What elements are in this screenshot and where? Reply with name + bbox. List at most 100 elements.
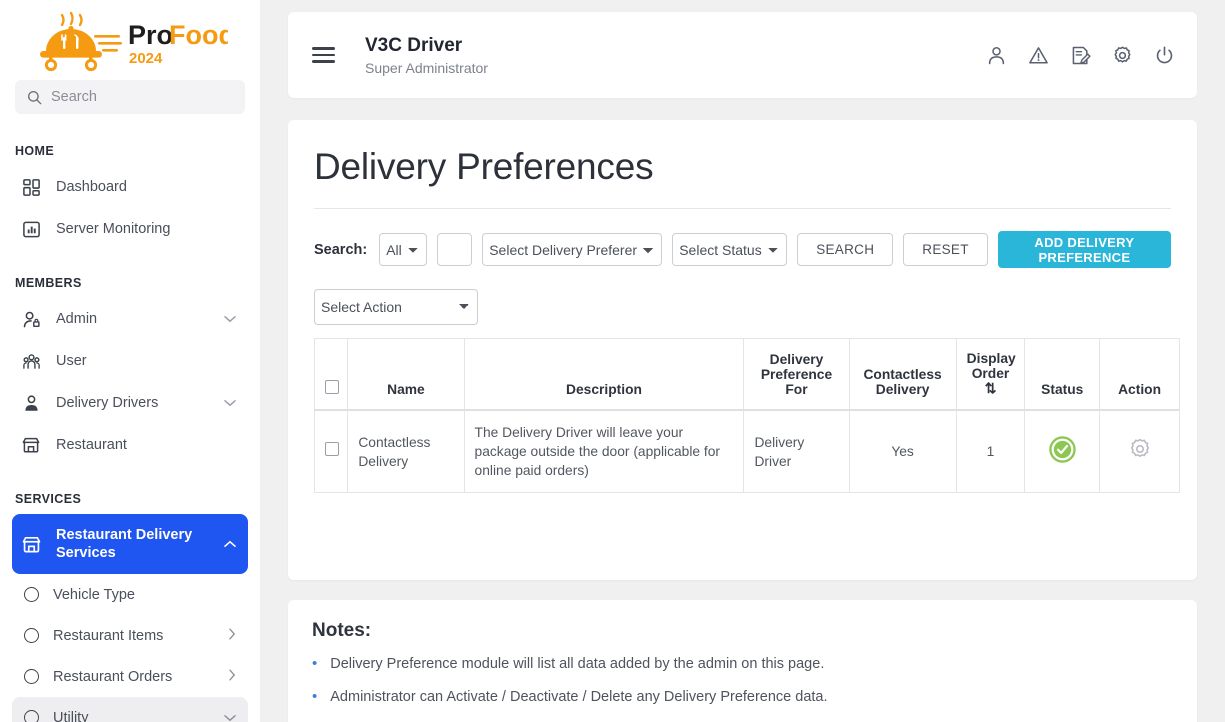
circle-bullet-icon [24, 587, 39, 602]
row-action-button[interactable] [1128, 449, 1152, 464]
sidebar-item-restaurant[interactable]: Restaurant [12, 424, 248, 466]
chevron-down-icon[interactable] [224, 395, 236, 411]
bullet-icon: • [312, 656, 317, 673]
bulk-action-select[interactable]: Select Action [314, 289, 478, 325]
column-header-delivery-preference-for[interactable]: Delivery Preference For [744, 339, 849, 411]
title-divider [314, 208, 1171, 209]
circle-bullet-icon [24, 710, 39, 722]
sidebar-item-restaurant-delivery-services[interactable]: Restaurant Delivery Services [12, 514, 248, 574]
hamburger-line [312, 47, 335, 49]
status-select[interactable]: Select Status [672, 233, 787, 266]
chevron-up-icon[interactable] [224, 536, 236, 552]
sidebar-section-members: MEMBERS [0, 276, 260, 290]
page-title: Delivery Preferences [314, 146, 1171, 188]
gear-icon [1128, 437, 1152, 461]
sidebar-subitem-vehicle-type[interactable]: Vehicle Type [12, 574, 248, 615]
sidebar-section-services: SERVICES [0, 492, 260, 506]
chevron-right-icon[interactable] [228, 628, 236, 644]
sidebar-subitem-restaurant-items[interactable]: Restaurant Items [12, 615, 248, 656]
settings-gear-icon[interactable] [1112, 45, 1133, 66]
circle-bullet-icon [24, 669, 39, 684]
sidebar: Pro Food 2024 Search HOME Dashboard [0, 0, 260, 722]
header-subtitle: Super Administrator [365, 60, 488, 76]
sidebar-item-admin[interactable]: Admin [12, 298, 248, 340]
hamburger-icon[interactable] [312, 47, 335, 62]
cell-description: The Delivery Driver will leave your pack… [464, 410, 744, 493]
sidebar-subitem-label: Utility [53, 710, 210, 722]
sidebar-item-user[interactable]: User [12, 340, 248, 382]
sidebar-item-label: Server Monitoring [56, 221, 236, 237]
column-header-display-order[interactable]: Display Order ⇅ [956, 339, 1025, 411]
sidebar-subitem-label: Restaurant Items [53, 628, 214, 644]
sort-updown-icon[interactable]: ⇅ [985, 381, 997, 396]
users-group-icon [20, 352, 42, 371]
brand-food-text: Food [169, 20, 228, 50]
column-header-status[interactable]: Status [1025, 339, 1100, 411]
chevron-down-icon[interactable] [224, 311, 236, 327]
column-header-action: Action [1100, 339, 1180, 411]
column-header-description[interactable]: Description [464, 339, 744, 411]
search-button[interactable]: SEARCH [797, 233, 893, 266]
table-body: Contactless Delivery The Delivery Driver… [315, 410, 1180, 493]
sidebar-item-label: User [56, 353, 236, 369]
sidebar-subitem-utility[interactable]: Utility [12, 697, 248, 722]
reset-button[interactable]: RESET [903, 233, 988, 266]
top-header-bar: V3C Driver Super Administrator [288, 12, 1197, 98]
dashboard-grid-icon [20, 178, 42, 197]
user-lock-icon [20, 310, 42, 329]
list-item: • Delivery Preference module will list a… [312, 656, 1173, 673]
power-off-icon[interactable] [1154, 45, 1175, 66]
storefront-icon [20, 435, 42, 455]
sidebar-item-label: Delivery Drivers [56, 395, 210, 411]
bar-chart-icon [20, 220, 42, 239]
header-title: V3C Driver [365, 34, 488, 58]
header-icon-group [986, 45, 1175, 66]
cell-contactless-delivery: Yes [849, 410, 956, 493]
column-header-name[interactable]: Name [348, 339, 464, 411]
cell-status [1025, 410, 1100, 493]
check-circle-icon [1049, 436, 1076, 463]
profile-icon[interactable] [986, 45, 1007, 66]
cell-delivery-preference-for: Delivery Driver [744, 410, 849, 493]
search-icon [27, 90, 42, 105]
brand-pro-text: Pro [128, 20, 173, 50]
notes-list: • Delivery Preference module will list a… [312, 656, 1173, 722]
sidebar-subitem-restaurant-orders[interactable]: Restaurant Orders [12, 656, 248, 697]
delivery-preferences-table: Name Description Delivery Preference For… [314, 338, 1180, 493]
edit-document-icon[interactable] [1070, 45, 1091, 66]
chevron-down-icon[interactable] [224, 710, 236, 722]
sidebar-item-server-monitoring[interactable]: Server Monitoring [12, 208, 248, 250]
sidebar-search[interactable]: Search [15, 80, 245, 114]
sidebar-item-dashboard[interactable]: Dashboard [12, 166, 248, 208]
column-header-contactless-delivery[interactable]: Contactless Delivery [849, 339, 956, 411]
select-all-checkbox[interactable] [325, 380, 339, 394]
cell-name: Contactless Delivery [348, 410, 464, 493]
list-item: • Administrator can Activate / Deactivat… [312, 689, 1173, 706]
sidebar-item-delivery-drivers[interactable]: Delivery Drivers [12, 382, 248, 424]
notes-heading: Notes: [312, 620, 1173, 642]
delivery-preferences-card: Delivery Preferences Search: All Select … [288, 120, 1197, 580]
select-all-header [315, 339, 348, 411]
warning-triangle-icon[interactable] [1028, 45, 1049, 66]
search-scope-select[interactable]: All [379, 233, 427, 266]
sidebar-item-label: Restaurant Delivery Services [56, 526, 210, 562]
cell-display-order: 1 [956, 410, 1025, 493]
sidebar-search-placeholder: Search [51, 89, 97, 105]
food-dome-cart-icon: Pro Food 2024 [32, 11, 228, 73]
table-header: Name Description Delivery Preference For… [315, 339, 1180, 411]
status-badge[interactable] [1049, 451, 1076, 466]
sidebar-subitem-label: Vehicle Type [53, 587, 236, 603]
hamburger-line [312, 54, 335, 56]
brand-logo[interactable]: Pro Food 2024 [0, 0, 260, 78]
add-delivery-preference-button[interactable]: ADD DELIVERY PREFERENCE [998, 231, 1171, 268]
notes-card: Notes: • Delivery Preference module will… [288, 600, 1197, 722]
row-checkbox[interactable] [325, 442, 339, 456]
main-content: V3C Driver Super Administrator [260, 0, 1225, 722]
chevron-right-icon[interactable] [228, 669, 236, 685]
search-label: Search: [314, 242, 367, 258]
search-input[interactable] [437, 233, 472, 266]
delivery-preference-select[interactable]: Select Delivery Preferer [482, 233, 662, 266]
bullet-icon: • [312, 689, 317, 706]
table-row[interactable]: Contactless Delivery The Delivery Driver… [315, 410, 1180, 493]
circle-bullet-icon [24, 628, 39, 643]
